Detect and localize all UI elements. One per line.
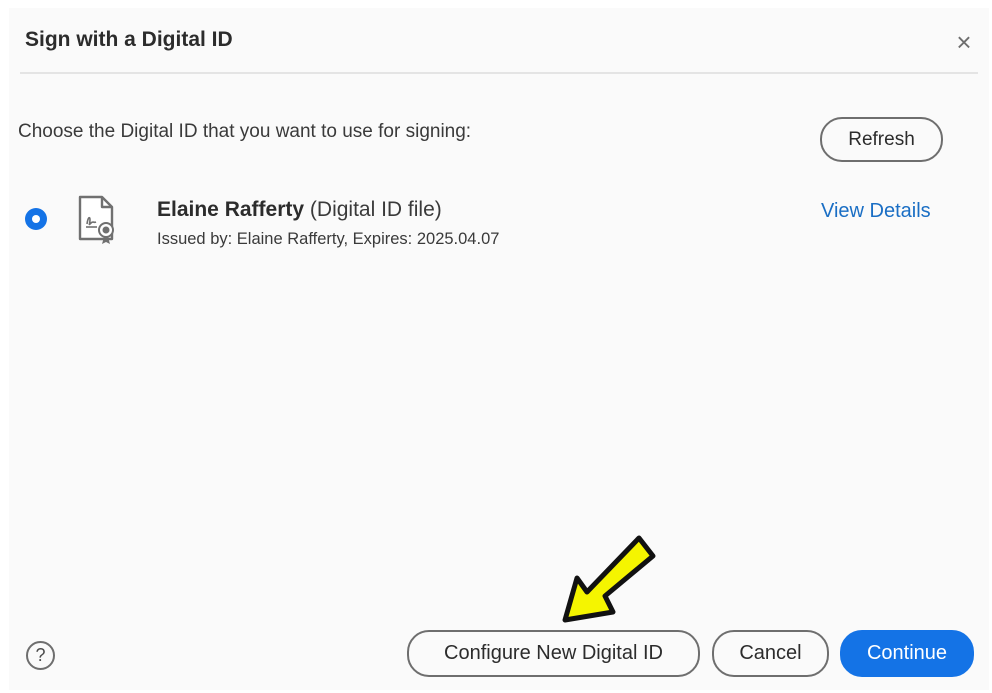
header-divider (20, 72, 978, 74)
digital-id-name: Elaine Rafferty (157, 198, 305, 221)
digital-id-radio[interactable] (25, 208, 47, 230)
digital-id-issued: Issued by: Elaine Rafferty, Expires: 202… (157, 230, 500, 248)
sign-digital-id-dialog: Sign with a Digital ID × Choose the Digi… (9, 8, 989, 690)
certificate-file-icon (78, 195, 114, 244)
help-icon[interactable]: ? (26, 641, 55, 670)
close-icon[interactable]: × (951, 29, 977, 56)
dialog-title: Sign with a Digital ID (25, 28, 233, 51)
refresh-button[interactable]: Refresh (820, 117, 943, 162)
view-details-link[interactable]: View Details (821, 200, 931, 223)
arrow-pointer-icon (562, 535, 656, 623)
configure-new-digital-id-button[interactable]: Configure New Digital ID (407, 630, 700, 677)
continue-button[interactable]: Continue (840, 630, 974, 677)
digital-id-name-line: Elaine Rafferty (Digital ID file) (157, 198, 442, 222)
choose-id-prompt: Choose the Digital ID that you want to u… (18, 121, 472, 142)
cancel-button[interactable]: Cancel (712, 630, 829, 677)
digital-id-type: (Digital ID file) (309, 198, 442, 221)
